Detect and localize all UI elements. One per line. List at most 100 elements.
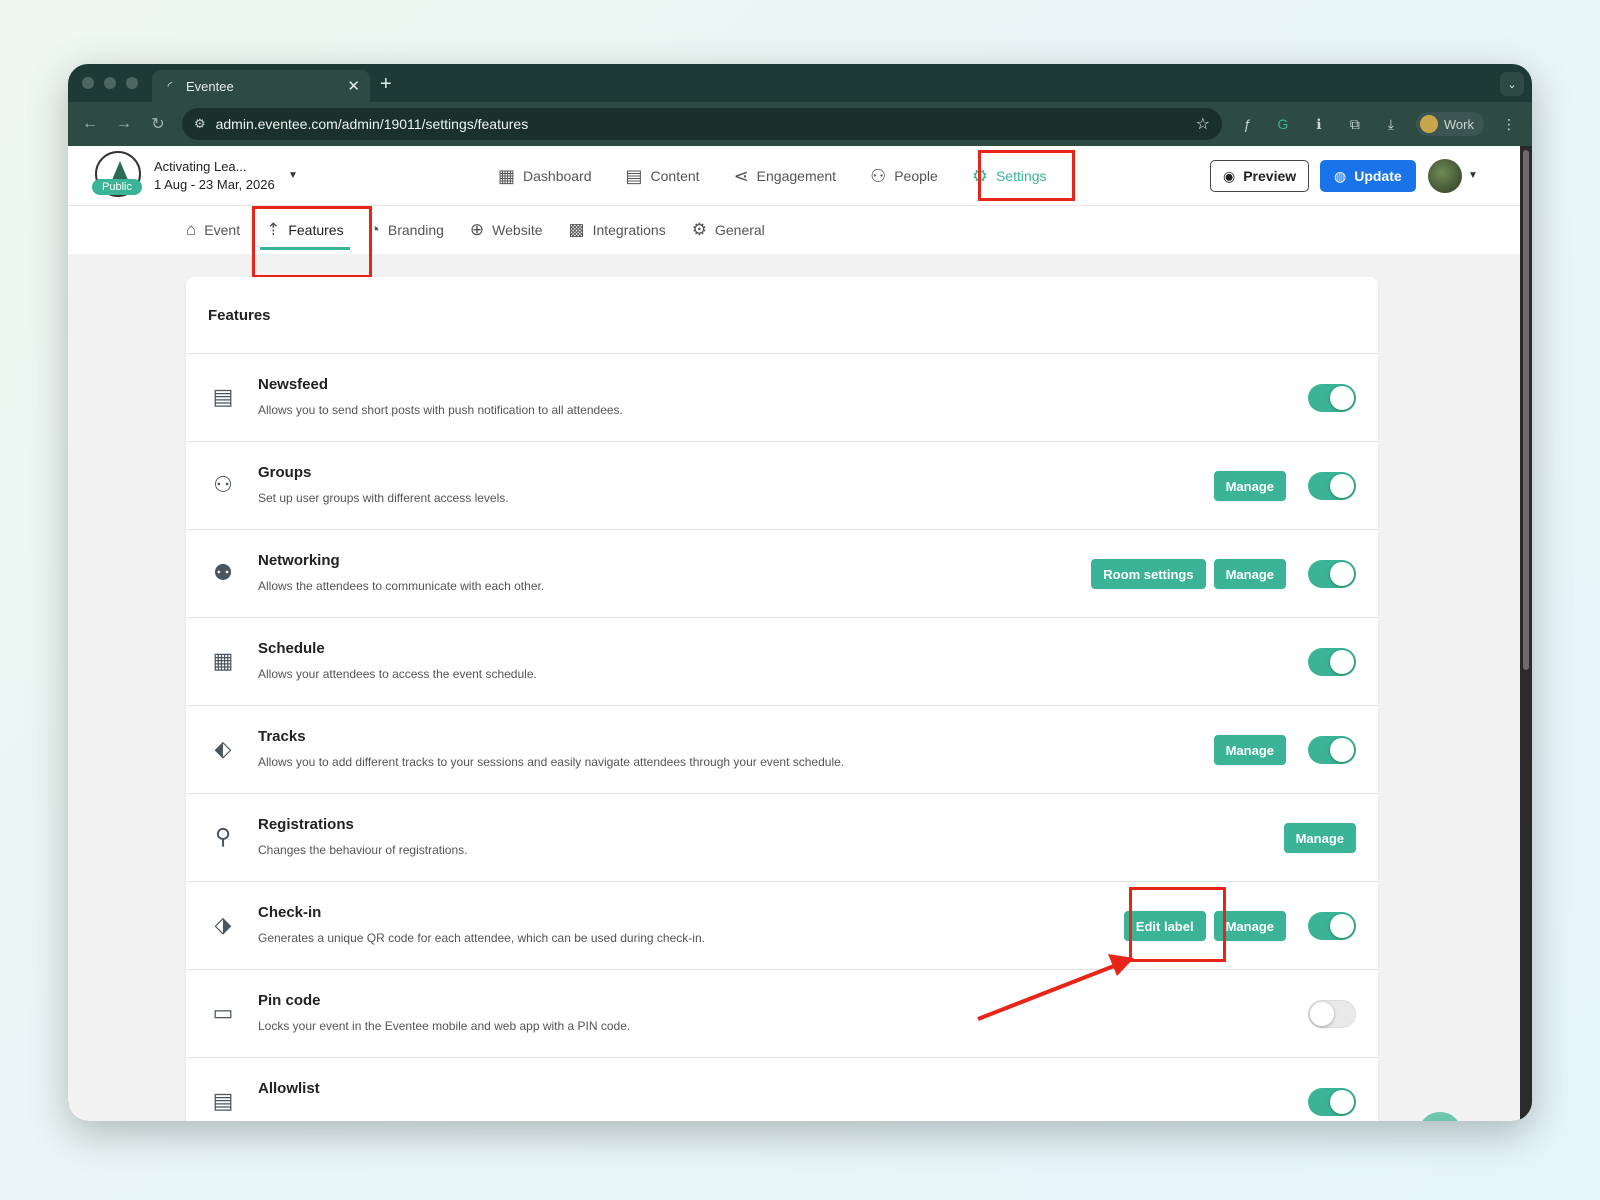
- tracks-manage-button[interactable]: Manage: [1213, 735, 1286, 765]
- browser-toolbar: ← → ↻ ⚙ admin.eventee.com/admin/19011/se…: [68, 102, 1532, 146]
- networking-toggle[interactable]: [1308, 560, 1356, 588]
- preview-button[interactable]: ◉ Preview: [1210, 160, 1310, 192]
- gear-icon: ⚙: [971, 165, 988, 186]
- gears-icon: ⚙: [691, 220, 707, 239]
- groups-manage-button[interactable]: Manage: [1213, 471, 1286, 501]
- feature-row-allowlist: ▤ Allowlist: [186, 1058, 1378, 1121]
- features-card: Features ▤ Newsfeed Allows you to send sh…: [186, 277, 1378, 1121]
- new-tab-button[interactable]: +: [380, 73, 392, 96]
- subnav-branding[interactable]: ◔ Branding: [370, 206, 444, 254]
- download-icon[interactable]: ⤓: [1380, 116, 1402, 133]
- browser-tab[interactable]: ◜ Eventee ✕: [152, 70, 370, 102]
- networking-manage-button[interactable]: Manage: [1213, 559, 1286, 589]
- user-check-icon: ⚲: [214, 824, 232, 849]
- newsfeed-toggle[interactable]: [1308, 384, 1356, 412]
- info-extension-icon[interactable]: ℹ: [1308, 116, 1330, 133]
- close-tab-icon[interactable]: ✕: [347, 77, 360, 95]
- tab-title: Eventee: [186, 78, 234, 94]
- nav-settings-label: Settings: [995, 168, 1047, 184]
- window-controls: [68, 77, 138, 89]
- profile-avatar: [1419, 115, 1438, 133]
- site-settings-icon[interactable]: ⚙: [194, 116, 206, 132]
- feature-desc: Allows you to send short posts with push…: [258, 403, 623, 417]
- people-icon: ⚇: [870, 165, 887, 186]
- feature-desc: Locks your event in the Eventee mobile a…: [258, 1019, 631, 1033]
- minimize-window-button[interactable]: [104, 77, 116, 89]
- globe-icon: ⊕: [469, 220, 485, 239]
- event-dropdown-caret-icon[interactable]: ▼: [288, 170, 298, 181]
- features-card-title: Features: [186, 277, 1378, 354]
- reload-icon[interactable]: ↻: [148, 114, 168, 134]
- subnav-general-label: General: [714, 222, 765, 238]
- page-scrollbar[interactable]: [1520, 146, 1532, 1121]
- bookmark-star-icon[interactable]: ☆: [1196, 114, 1210, 134]
- nav-engagement[interactable]: ⋖ Engagement: [734, 166, 837, 187]
- tab-search-chevron-icon[interactable]: ⌄: [1500, 72, 1524, 96]
- eventee-favicon-icon: ◜: [167, 79, 173, 93]
- checkin-edit-label-button[interactable]: Edit label: [1123, 911, 1206, 941]
- feature-row-checkin: ⬗ Check-in Generates a unique QR code for…: [186, 882, 1378, 970]
- feature-name: Schedule: [258, 640, 325, 657]
- globe-update-icon: ◍: [1334, 167, 1347, 184]
- public-badge: Public: [92, 179, 142, 195]
- feature-name: Check-in: [258, 904, 322, 921]
- address-bar[interactable]: ⚙ admin.eventee.com/admin/19011/settings…: [181, 108, 1222, 140]
- feature-name: Newsfeed: [258, 376, 329, 393]
- profile-button[interactable]: Work: [1415, 112, 1484, 136]
- feature-name: Networking: [258, 552, 340, 569]
- allowlist-icon: ▤: [212, 1088, 234, 1113]
- zoom-window-button[interactable]: [126, 77, 138, 89]
- nav-content[interactable]: ▤ Content: [626, 166, 700, 187]
- nav-settings[interactable]: ⚙ Settings: [972, 166, 1047, 187]
- dashboard-icon: ▦: [498, 165, 516, 186]
- checkin-manage-button[interactable]: Manage: [1213, 911, 1286, 941]
- checkin-tag-icon: ⬗: [214, 912, 232, 937]
- font-extension-icon[interactable]: ƒ: [1236, 116, 1258, 132]
- puzzle-icon: ▩: [568, 220, 585, 239]
- back-icon[interactable]: ←: [80, 115, 100, 133]
- subnav-features[interactable]: ⇡ Features: [260, 206, 350, 254]
- share-icon: ⋖: [733, 165, 749, 186]
- networking-room-settings-button[interactable]: Room settings: [1091, 559, 1206, 589]
- chat-support-button[interactable]: ···: [1418, 1112, 1462, 1121]
- feature-name: Pin code: [258, 992, 321, 1009]
- feature-desc: Allows you to add different tracks to yo…: [258, 755, 845, 769]
- pin-code-icon: ▭: [212, 1000, 234, 1025]
- main-nav: ▦ Dashboard ▤ Content ⋖ Engagement ⚇ Peo…: [498, 146, 1047, 206]
- calendar-icon: ▤: [625, 165, 643, 186]
- nav-people[interactable]: ⚇ People: [870, 166, 938, 187]
- close-window-button[interactable]: [82, 77, 94, 89]
- extensions-puzzle-icon[interactable]: ⧉: [1344, 116, 1366, 133]
- schedule-toggle[interactable]: [1308, 648, 1356, 676]
- rocket-icon: ⇡: [266, 220, 281, 239]
- registrations-manage-button[interactable]: Manage: [1283, 823, 1356, 853]
- pin-code-toggle[interactable]: [1308, 1000, 1356, 1028]
- subnav-event[interactable]: ⌂ Event: [186, 206, 240, 254]
- groups-toggle[interactable]: [1308, 472, 1356, 500]
- event-logo[interactable]: Public: [92, 151, 144, 199]
- feature-desc: Allows the attendees to communicate with…: [258, 579, 545, 593]
- feature-row-groups: ⚇ Groups Set up user groups with differen…: [186, 442, 1378, 530]
- grammarly-extension-icon[interactable]: G: [1272, 116, 1294, 132]
- checkin-toggle[interactable]: [1308, 912, 1356, 940]
- feature-row-pin-code: ▭ Pin code Locks your event in the Evente…: [186, 970, 1378, 1058]
- user-menu-caret-icon[interactable]: ▼: [1468, 170, 1478, 181]
- nav-dashboard[interactable]: ▦ Dashboard: [498, 166, 592, 187]
- feature-row-schedule: ▦ Schedule Allows your attendees to acces…: [186, 618, 1378, 706]
- forward-icon[interactable]: →: [114, 115, 134, 133]
- nav-people-label: People: [894, 168, 938, 184]
- update-label: Update: [1354, 168, 1402, 184]
- subnav-website[interactable]: ⊕ Website: [470, 206, 543, 254]
- feature-name: Tracks: [258, 728, 306, 745]
- tracks-toggle[interactable]: [1308, 736, 1356, 764]
- scrollbar-thumb[interactable]: [1523, 150, 1529, 670]
- feature-desc: Allows your attendees to access the even…: [258, 667, 537, 681]
- event-selector[interactable]: Activating Lea... 1 Aug - 23 Mar, 2026: [154, 158, 275, 194]
- url-text[interactable]: admin.eventee.com/admin/19011/settings/f…: [216, 116, 1186, 132]
- subnav-general[interactable]: ⚙ General: [692, 206, 765, 254]
- browser-menu-icon[interactable]: ⋮: [1498, 116, 1520, 133]
- update-button[interactable]: ◍ Update: [1320, 160, 1416, 192]
- subnav-integrations[interactable]: ▩ Integrations: [569, 206, 666, 254]
- allowlist-toggle[interactable]: [1308, 1088, 1356, 1116]
- user-avatar[interactable]: [1428, 159, 1462, 193]
